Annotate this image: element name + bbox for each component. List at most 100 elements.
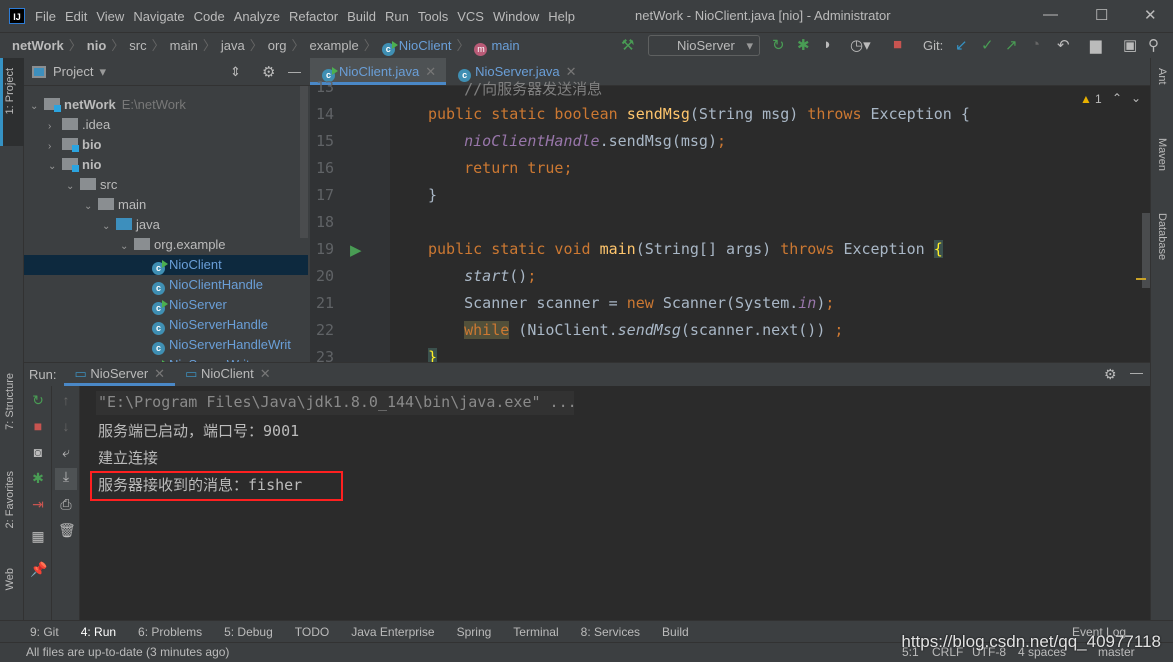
breadcrumb-item[interactable]: nio — [87, 38, 107, 53]
tree-item[interactable]: ⌄ src — [24, 175, 308, 195]
warning-stripe[interactable] — [1136, 278, 1146, 280]
breadcrumb-item[interactable]: main — [170, 38, 198, 53]
menu-item-vcs[interactable]: VCS — [457, 9, 484, 24]
warning-icon[interactable]: ▲ — [1080, 92, 1092, 106]
profile-icon[interactable]: ◷▾ — [850, 36, 871, 54]
breadcrumb-item[interactable]: netWork — [12, 38, 64, 53]
tree-item[interactable]: ⌄ org.example — [24, 235, 308, 255]
tool-button-problems[interactable]: 6: Problems — [138, 625, 202, 639]
close-tab-icon[interactable]: ✕ — [425, 64, 436, 79]
menu-item-file[interactable]: File — [35, 9, 56, 24]
minimize-icon[interactable]: — — [1043, 6, 1058, 23]
prev-highlight-icon[interactable]: ⌃ — [1112, 91, 1122, 105]
gear-icon[interactable]: ⚙ — [262, 63, 275, 81]
breadcrumb-item[interactable]: java — [221, 38, 245, 53]
project-tool-button[interactable]: 1: Project — [4, 68, 16, 114]
close-tab-icon[interactable]: ✕ — [566, 64, 577, 79]
tree-item[interactable]: › bio — [24, 135, 308, 155]
project-view-select[interactable]: Project — [53, 64, 93, 79]
menu-item-tools[interactable]: Tools — [418, 9, 448, 24]
tree-item[interactable]: ⌄ main — [24, 195, 308, 215]
tool-button-terminal[interactable]: Terminal — [513, 625, 558, 639]
tree-item[interactable]: c NioServerHandleWrit — [24, 335, 308, 355]
chevron-down-icon[interactable]: ⌄ — [66, 177, 80, 197]
menu-item-view[interactable]: View — [96, 9, 124, 24]
tree-item[interactable]: ⌄ java — [24, 215, 308, 235]
rerun-icon[interactable]: ↻ — [772, 36, 785, 54]
run-config-select[interactable]: NioServer ▾ — [648, 35, 760, 56]
hide-panel-icon[interactable]: — — [288, 64, 301, 79]
next-highlight-icon[interactable]: ⌄ — [1131, 91, 1141, 105]
hide-run-icon[interactable]: — — [1130, 365, 1143, 380]
tool-button-services[interactable]: 8: Services — [581, 625, 640, 639]
menu-item-build[interactable]: Build — [347, 9, 376, 24]
breadcrumb-item[interactable]: org — [268, 38, 287, 53]
tool-button-git[interactable]: 9: Git — [30, 625, 59, 639]
maximize-icon[interactable]: ☐ — [1095, 6, 1108, 24]
build-hammer-icon[interactable]: ⚒ — [621, 36, 634, 54]
run-tab-nioserver[interactable]: ▭ NioServer ✕ — [64, 363, 175, 386]
tree-scrollbar[interactable] — [300, 86, 308, 238]
git-push-icon[interactable]: ↗ — [1005, 36, 1018, 54]
close-tab-icon[interactable]: ✕ — [260, 366, 271, 381]
chevron-right-icon[interactable]: › — [48, 117, 62, 137]
chevron-down-icon[interactable]: ⌄ — [30, 97, 44, 117]
tool-button-todo[interactable]: TODO — [295, 625, 329, 639]
menu-item-help[interactable]: Help — [548, 9, 575, 24]
menu-item-navigate[interactable]: Navigate — [133, 9, 184, 24]
git-commit-icon[interactable]: ✓ — [981, 36, 994, 54]
breadcrumb-item[interactable]: example — [310, 38, 359, 53]
down-arrow-icon[interactable]: ↓ — [58, 418, 74, 434]
favorites-tool-button[interactable]: 2: Favorites — [4, 471, 16, 528]
up-arrow-icon[interactable]: ↑ — [58, 392, 74, 408]
tool-button-java-enterprise[interactable]: Java Enterprise — [351, 625, 434, 639]
project-structure-icon[interactable]: ▆ — [1090, 36, 1102, 54]
stop-icon[interactable]: ■ — [893, 36, 902, 53]
menu-item-refactor[interactable]: Refactor — [289, 9, 338, 24]
tree-item[interactable]: ⌄ netWork E:\netWork — [24, 95, 308, 115]
clear-trash-icon[interactable]: 🗑 — [58, 522, 76, 539]
exit-icon[interactable]: ⇥ — [30, 496, 46, 513]
tree-item[interactable]: ⌄ nio — [24, 155, 308, 175]
run-tab-nioclient[interactable]: ▭ NioClient ✕ — [175, 363, 281, 386]
search-icon[interactable]: ⚲ — [1148, 36, 1159, 54]
close-tab-icon[interactable]: ✕ — [154, 366, 165, 381]
coverage-icon[interactable]: ◗ — [823, 36, 832, 53]
tool-button-run[interactable]: 4: Run — [81, 625, 116, 639]
close-window-icon[interactable]: ✕ — [1144, 6, 1157, 24]
run-settings-gear-icon[interactable]: ⚙ — [1104, 366, 1117, 383]
structure-tool-button[interactable]: 7: Structure — [4, 373, 16, 430]
rollback-icon[interactable]: ↶ — [1057, 36, 1070, 54]
tree-item[interactable]: c NioServerHandle — [24, 315, 308, 335]
layout-icon[interactable]: ▦ — [30, 528, 46, 545]
camera-dump-icon[interactable]: ◙ — [30, 444, 46, 460]
debug-bug-icon[interactable]: ✱ — [797, 36, 810, 54]
tree-item[interactable]: c NioClientHandle — [24, 275, 308, 295]
breadcrumb-item[interactable]: main — [491, 38, 519, 53]
soft-wrap-icon[interactable]: ⤶ — [58, 444, 74, 461]
chevron-down-icon[interactable]: ⌄ — [48, 157, 62, 177]
stop-icon[interactable]: ■ — [30, 418, 46, 434]
chevron-down-icon[interactable]: ⌄ — [84, 197, 98, 217]
maven-tool-button[interactable]: Maven — [1156, 138, 1168, 171]
collapse-all-icon[interactable]: ⇕ — [230, 64, 241, 80]
pin-icon[interactable]: 📌 — [30, 561, 47, 578]
chevron-right-icon[interactable]: › — [48, 137, 62, 157]
menu-item-run[interactable]: Run — [385, 9, 409, 24]
tree-item[interactable]: › .idea — [24, 115, 308, 135]
run-gutter-icon[interactable]: ▶ — [350, 241, 362, 259]
rerun-icon[interactable]: ↻ — [30, 392, 46, 409]
web-tool-button[interactable]: Web — [4, 568, 16, 590]
breadcrumb-item[interactable]: src — [129, 38, 146, 53]
tool-button-spring[interactable]: Spring — [457, 625, 492, 639]
menu-item-analyze[interactable]: Analyze — [234, 9, 280, 24]
scroll-to-end-icon[interactable]: ⤓ — [55, 468, 77, 490]
menu-item-code[interactable]: Code — [194, 9, 225, 24]
tree-item[interactable]: c NioServer — [24, 295, 308, 315]
database-tool-button[interactable]: Database — [1156, 213, 1168, 260]
run-anything-icon[interactable]: ▣ — [1123, 36, 1137, 54]
menu-item-window[interactable]: Window — [493, 9, 539, 24]
tool-button-build[interactable]: Build — [662, 625, 689, 639]
git-history-icon[interactable]: ◔ — [1031, 36, 1040, 53]
editor-scrollbar[interactable] — [1142, 213, 1150, 288]
